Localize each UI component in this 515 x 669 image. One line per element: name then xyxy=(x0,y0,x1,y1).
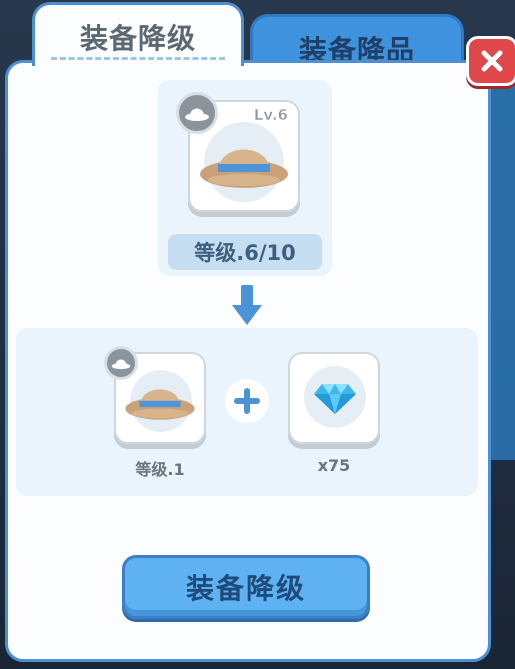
item-level-tag: Lv.6 xyxy=(253,106,288,125)
arrow-down-icon xyxy=(232,285,262,325)
straw-hat-icon xyxy=(125,389,195,420)
tab-downgrade-level[interactable]: 装备降级 xyxy=(32,2,244,66)
material-diamond-count: x75 xyxy=(317,456,351,475)
material-slot-diamond[interactable] xyxy=(288,352,380,444)
materials-section: 等级.1 x75 xyxy=(16,328,478,496)
plus-icon xyxy=(225,379,269,423)
blue-diamond-icon xyxy=(314,384,356,414)
material-hat-level-label: 等级.1 xyxy=(135,460,185,479)
current-item-card: Lv.6 等级.6/10 xyxy=(158,80,332,276)
hat-badge-icon xyxy=(104,346,138,380)
close-button[interactable] xyxy=(466,36,515,86)
hat-badge-icon xyxy=(176,92,218,134)
downgrade-button[interactable]: 装备降级 xyxy=(122,555,370,619)
tab-downgrade-level-label: 装备降级 xyxy=(79,22,196,55)
downgrade-button-label: 装备降级 xyxy=(185,572,306,605)
straw-hat-icon xyxy=(200,149,288,188)
close-icon xyxy=(481,50,503,72)
item-level-display: 等级.6/10 xyxy=(168,234,322,270)
tab-dash-divider xyxy=(51,57,225,60)
